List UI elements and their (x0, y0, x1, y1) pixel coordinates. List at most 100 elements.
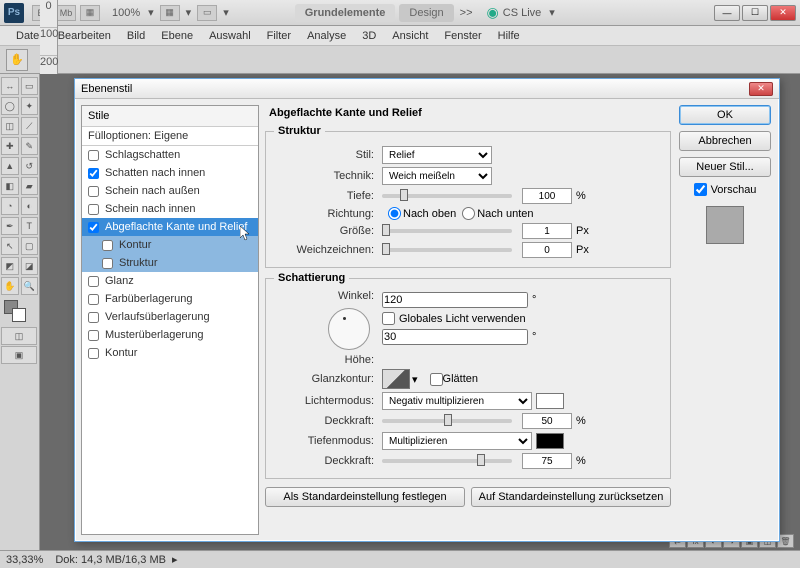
style-kontur-sub[interactable]: Kontur (82, 236, 258, 254)
workspace-tab-design[interactable]: Design (399, 4, 453, 22)
wand-tool[interactable]: ✦ (21, 97, 39, 115)
brush-tool[interactable]: ✎ (21, 137, 39, 155)
groesse-input[interactable] (522, 223, 572, 239)
deck1-slider[interactable] (382, 419, 512, 423)
cursor-icon (240, 226, 252, 242)
deck2-input[interactable] (522, 453, 572, 469)
eraser-tool[interactable]: ◧ (1, 177, 19, 195)
zoom-tool[interactable]: 🔍 (21, 277, 39, 295)
more-workspaces[interactable]: >> (460, 7, 473, 19)
glaetten-check[interactable] (430, 373, 443, 386)
preview-check[interactable] (694, 183, 707, 196)
color-swatches[interactable] (0, 296, 39, 326)
style-farbueberlagerung[interactable]: Farbüberlagerung (82, 290, 258, 308)
blur-tool[interactable]: ◔ (1, 197, 19, 215)
path-tool[interactable]: ↖ (1, 237, 19, 255)
status-dropdown-icon[interactable]: ▸ (172, 553, 178, 566)
dodge-tool[interactable]: ◐ (21, 197, 39, 215)
tiefe-slider[interactable] (382, 194, 512, 198)
cslive-label[interactable]: CS Live (503, 7, 542, 19)
crop-tool[interactable]: ◫ (1, 117, 19, 135)
groesse-slider[interactable] (382, 229, 512, 233)
global-light-check[interactable] (382, 312, 395, 325)
style-list-header[interactable]: Stile (82, 106, 258, 127)
eyedropper-tool[interactable]: ⟋ (21, 117, 39, 135)
reset-default-button[interactable]: Auf Standardeinstellung zurücksetzen (471, 487, 671, 507)
menu-bearbeiten[interactable]: Bearbeiten (50, 28, 119, 44)
dialog-close[interactable]: ✕ (749, 82, 773, 96)
menu-auswahl[interactable]: Auswahl (201, 28, 259, 44)
deck2-slider[interactable] (382, 459, 512, 463)
ok-button[interactable]: OK (679, 105, 771, 125)
weich-input[interactable] (522, 242, 572, 258)
view-btn-2[interactable]: ▭ (197, 5, 217, 21)
style-schatten-innen[interactable]: Schatten nach innen (82, 164, 258, 182)
style-schlagschatten[interactable]: Schlagschatten (82, 146, 258, 164)
style-schein-aussen[interactable]: Schein nach außen (82, 182, 258, 200)
menu-3d[interactable]: 3D (354, 28, 384, 44)
workspace-tab-essentials[interactable]: Grundelemente (295, 4, 396, 22)
history-brush-tool[interactable]: ↺ (21, 157, 39, 175)
stamp-tool[interactable]: ▲ (1, 157, 19, 175)
deck1-input[interactable] (522, 413, 572, 429)
window-close[interactable]: ✕ (770, 5, 796, 21)
screenmode-tool[interactable]: ▣ (1, 346, 37, 364)
richtung-down-radio[interactable] (462, 207, 475, 220)
hoehe-input[interactable] (382, 329, 528, 345)
type-tool[interactable]: T (21, 217, 39, 235)
style-struktur-sub[interactable]: Struktur (82, 254, 258, 272)
camera-tool[interactable]: ◪ (21, 257, 39, 275)
hand-tool-icon[interactable]: ✋ (6, 49, 28, 71)
menu-ansicht[interactable]: Ansicht (384, 28, 436, 44)
menu-ebene[interactable]: Ebene (153, 28, 201, 44)
window-maximize[interactable]: ☐ (742, 5, 768, 21)
angle-wheel[interactable] (328, 308, 370, 350)
blend-options-row[interactable]: Fülloptionen: Eigene (82, 127, 258, 146)
make-default-button[interactable]: Als Standardeinstellung festlegen (265, 487, 465, 507)
glanzkontur-thumb[interactable] (382, 369, 410, 389)
zoom-display[interactable]: 100% (112, 7, 140, 19)
hand-tool-2[interactable]: ✋ (1, 277, 19, 295)
style-muster[interactable]: Musterüberlagerung (82, 326, 258, 344)
style-bevel-emboss[interactable]: Abgeflachte Kante und Relief (82, 218, 258, 236)
dropdown-icon[interactable]: ▾ (148, 6, 154, 19)
heal-tool[interactable]: ✚ (1, 137, 19, 155)
move-tool[interactable]: ↔ (1, 77, 19, 95)
minibridge-icon[interactable]: Mb (56, 5, 76, 21)
style-glanz[interactable]: Glanz (82, 272, 258, 290)
winkel-input[interactable] (382, 292, 528, 308)
status-zoom[interactable]: 33,33% (6, 554, 43, 566)
weich-slider[interactable] (382, 248, 512, 252)
pen-tool[interactable]: ✒ (1, 217, 19, 235)
cancel-button[interactable]: Abbrechen (679, 131, 771, 151)
style-verlauf[interactable]: Verlaufsüberlagerung (82, 308, 258, 326)
layout-icon[interactable]: ▦ (80, 5, 100, 21)
lichtermodus-select[interactable]: Negativ multiplizieren (382, 392, 532, 410)
window-minimize[interactable]: — (714, 5, 740, 21)
richtung-up-radio[interactable] (388, 207, 401, 220)
menu-filter[interactable]: Filter (259, 28, 299, 44)
tiefen-color[interactable] (536, 433, 564, 449)
style-kontur[interactable]: Kontur (82, 344, 258, 362)
dialog-title: Ebenenstil (81, 83, 132, 95)
lasso-tool[interactable]: ◯ (1, 97, 19, 115)
menu-analyse[interactable]: Analyse (299, 28, 354, 44)
quickmask-tool[interactable]: ◫ (1, 327, 37, 345)
menu-bild[interactable]: Bild (119, 28, 153, 44)
shape-tool[interactable]: ▢ (21, 237, 39, 255)
tiefe-input[interactable] (522, 188, 572, 204)
view-btn-1[interactable]: ▦ (160, 5, 180, 21)
new-style-button[interactable]: Neuer Stil... (679, 157, 771, 177)
menu-hilfe[interactable]: Hilfe (490, 28, 528, 44)
dialog-titlebar[interactable]: Ebenenstil ✕ (75, 79, 779, 99)
style-schein-innen[interactable]: Schein nach innen (82, 200, 258, 218)
technik-select[interactable]: Weich meißeln (382, 167, 492, 185)
licht-color[interactable] (536, 393, 564, 409)
preview-swatch (706, 206, 744, 244)
tiefenmodus-select[interactable]: Multiplizieren (382, 432, 532, 450)
menu-fenster[interactable]: Fenster (436, 28, 489, 44)
3d-tool[interactable]: ◩ (1, 257, 19, 275)
marquee-tool[interactable]: ▭ (21, 77, 39, 95)
gradient-tool[interactable]: ▰ (21, 177, 39, 195)
stil-select[interactable]: Relief (382, 146, 492, 164)
